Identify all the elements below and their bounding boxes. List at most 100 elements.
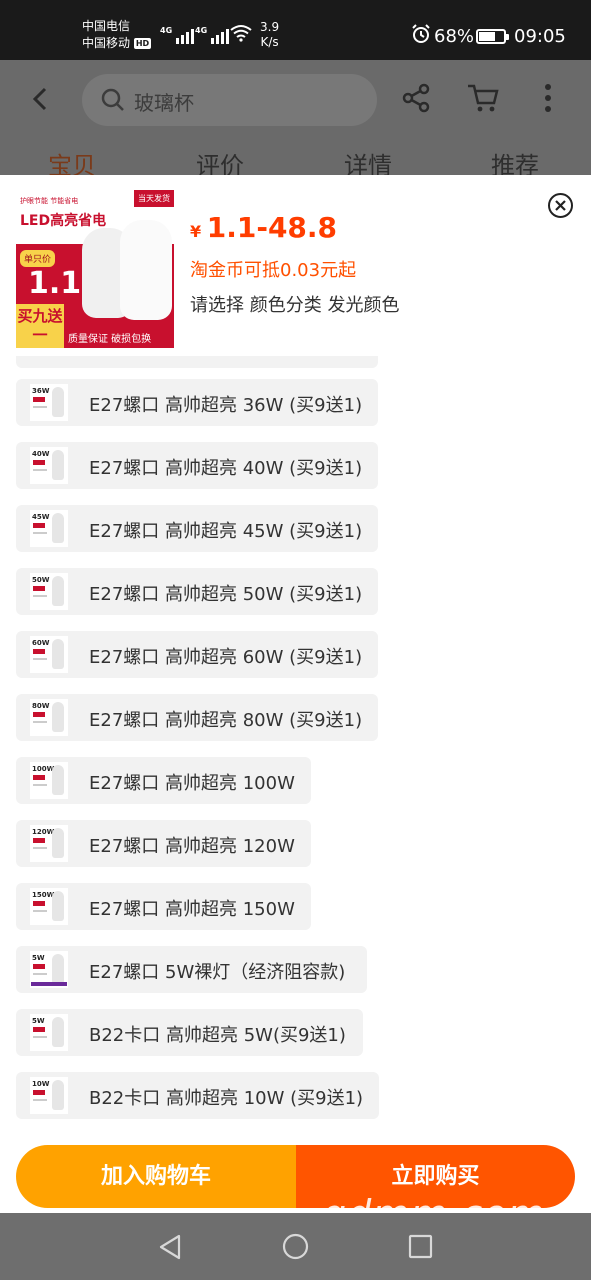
thumb-graphic bbox=[33, 460, 45, 465]
thumb-graphic bbox=[52, 387, 64, 417]
sku-option-label: E27螺口 高帅超亮 40W (买9送1) bbox=[89, 458, 363, 479]
tab-reviews[interactable]: 评价 bbox=[196, 146, 244, 176]
sku-option-label: E27螺口 5W裸灯（经济阻容款) bbox=[89, 962, 346, 983]
thumb-graphic bbox=[33, 964, 45, 969]
cart-icon[interactable] bbox=[466, 82, 500, 114]
sku-option-thumb-watt: 5W bbox=[32, 1017, 45, 1025]
sku-option-thumb-watt: 80W bbox=[32, 702, 50, 710]
thumb-graphic bbox=[33, 847, 47, 849]
thumb-graphic bbox=[33, 397, 45, 402]
thumb-graphic bbox=[33, 910, 47, 912]
thumb-graphic bbox=[33, 532, 47, 534]
price-range-value: 1.1-48.8 bbox=[206, 211, 338, 244]
sku-option[interactable]: 5W B22卡口 高帅超亮 5W(买9送1) bbox=[16, 1009, 363, 1056]
thumb-graphic bbox=[52, 639, 64, 669]
sku-option-thumb-watt: 60W bbox=[32, 639, 50, 647]
sku-option[interactable]: 150W E27螺口 高帅超亮 150W bbox=[16, 883, 311, 930]
sku-option[interactable]: 100W E27螺口 高帅超亮 100W bbox=[16, 757, 311, 804]
sku-option-label: E27螺口 高帅超亮 36W (买9送1) bbox=[89, 395, 363, 416]
sku-option-thumb-watt: 150W bbox=[32, 891, 55, 899]
nav-home-icon[interactable] bbox=[282, 1233, 309, 1260]
thumb-graphic bbox=[52, 1080, 64, 1110]
product-image-promo: 买九送一 bbox=[16, 304, 64, 348]
thumb-graphic bbox=[33, 649, 45, 654]
sku-option-thumb-watt: 100W bbox=[32, 765, 55, 773]
sku-option[interactable]: 10W B22卡口 高帅超亮 10W (买9送1) bbox=[16, 1072, 379, 1119]
product-image[interactable]: 护眼节能 节能省电 当天发货 LED高亮省电 单只价 1.1 买九送一 质量保证… bbox=[16, 190, 174, 348]
sku-option[interactable]: 120W E27螺口 高帅超亮 120W bbox=[16, 820, 311, 867]
thumb-graphic bbox=[33, 1099, 47, 1101]
sku-option-thumbnail: 40W bbox=[30, 447, 68, 484]
sku-option[interactable]: 40W E27螺口 高帅超亮 40W (买9送1) bbox=[16, 442, 378, 489]
thumb-graphic bbox=[33, 469, 47, 471]
search-text: 玻璃杯 bbox=[134, 91, 194, 115]
thumb-graphic bbox=[52, 954, 64, 984]
sku-option-label: E27螺口 高帅超亮 60W (买9送1) bbox=[89, 647, 363, 668]
thumb-graphic bbox=[33, 784, 47, 786]
coin-discount-text: 淘金币可抵0.03元起 bbox=[190, 260, 357, 281]
page-header: 玻璃杯 宝贝 评价 详情 推荐 bbox=[0, 60, 591, 176]
search-input[interactable]: 玻璃杯 bbox=[82, 74, 377, 126]
tab-recommend[interactable]: 推荐 bbox=[491, 146, 539, 176]
sku-option-label: B22卡口 高帅超亮 10W (买9送1) bbox=[89, 1088, 364, 1109]
sku-option-label: E27螺口 高帅超亮 50W (买9送1) bbox=[89, 584, 363, 605]
thumb-graphic bbox=[33, 973, 47, 975]
sku-option-thumbnail: 5W bbox=[30, 1014, 68, 1051]
thumb-graphic bbox=[33, 901, 45, 906]
sku-option[interactable]: 60W E27螺口 高帅超亮 60W (买9送1) bbox=[16, 631, 378, 678]
signal-1-icon: 4G bbox=[160, 26, 195, 44]
tab-item[interactable]: 宝贝 bbox=[48, 146, 96, 176]
sku-option-thumb-watt: 5W bbox=[32, 954, 45, 962]
thumb-graphic bbox=[33, 1090, 45, 1095]
add-to-cart-button[interactable]: 加入购物车 bbox=[16, 1145, 296, 1208]
close-icon[interactable] bbox=[547, 192, 574, 219]
product-image-title: LED高亮省电 bbox=[20, 213, 107, 229]
sku-option-label: E27螺口 高帅超亮 100W bbox=[89, 773, 295, 794]
back-arrow-icon[interactable] bbox=[28, 86, 54, 112]
thumb-graphic bbox=[52, 576, 64, 606]
product-image-slogan: 护眼节能 节能省电 bbox=[20, 197, 79, 205]
sku-option-label: E27螺口 高帅超亮 80W (买9送1) bbox=[89, 710, 363, 731]
more-options-icon[interactable] bbox=[534, 82, 562, 114]
hd-badge: HD bbox=[133, 38, 152, 49]
battery-percent: 68% bbox=[434, 26, 475, 47]
thumb-graphic bbox=[33, 721, 47, 723]
sku-option-thumb-watt: 10W bbox=[32, 1080, 50, 1088]
share-icon[interactable] bbox=[400, 82, 432, 114]
sku-option[interactable]: 45W E27螺口 高帅超亮 45W (买9送1) bbox=[16, 505, 378, 552]
sku-option[interactable]: 50W E27螺口 高帅超亮 50W (买9送1) bbox=[16, 568, 378, 615]
carrier-info: 中国电信 中国移动 HD bbox=[82, 18, 152, 52]
sku-option-thumb-watt: 36W bbox=[32, 387, 50, 395]
sku-selection-sheet: 护眼节能 节能省电 当天发货 LED高亮省电 单只价 1.1 买九送一 质量保证… bbox=[0, 175, 591, 1213]
sku-option-label: E27螺口 高帅超亮 120W bbox=[89, 836, 295, 857]
product-image-footer: 质量保证 破损包换 bbox=[68, 334, 152, 345]
sku-option[interactable]: 80W E27螺口 高帅超亮 80W (买9送1) bbox=[16, 694, 378, 741]
thumb-graphic bbox=[33, 1027, 45, 1032]
wifi-icon bbox=[230, 24, 252, 47]
alarm-icon bbox=[411, 24, 431, 49]
selection-prompt: 请选择 颜色分类 发光颜色 bbox=[190, 295, 400, 316]
thumb-graphic bbox=[52, 1017, 64, 1047]
nav-back-icon[interactable] bbox=[157, 1233, 183, 1261]
sku-option-thumb-watt: 40W bbox=[32, 450, 50, 458]
tab-details[interactable]: 详情 bbox=[344, 146, 392, 176]
sku-option-label: B22卡口 高帅超亮 5W(买9送1) bbox=[89, 1025, 346, 1046]
thumb-graphic bbox=[33, 775, 45, 780]
carrier-2: 中国移动 bbox=[82, 36, 131, 50]
tab-bar: 宝贝 评价 详情 推荐 bbox=[0, 146, 591, 176]
clock: 09:05 bbox=[514, 26, 566, 47]
sku-option-thumb-watt: 50W bbox=[32, 576, 50, 584]
sku-option-thumbnail: 36W bbox=[30, 384, 68, 421]
sku-option[interactable]: 5W E27螺口 5W裸灯（经济阻容款) bbox=[16, 946, 367, 993]
sku-option-thumbnail: 45W bbox=[30, 510, 68, 547]
thumb-graphic bbox=[33, 595, 47, 597]
bulb-illustration bbox=[120, 220, 172, 320]
thumb-graphic bbox=[33, 838, 45, 843]
nav-recents-icon[interactable] bbox=[408, 1234, 433, 1259]
status-bar: 中国电信 中国移动 HD 4G 4G 3.9 K/s 68% 09:05 bbox=[0, 0, 591, 60]
sku-option[interactable]: 36W E27螺口 高帅超亮 36W (买9送1) bbox=[16, 379, 378, 426]
sku-option-partial[interactable] bbox=[16, 356, 378, 368]
sku-option-thumbnail: 5W bbox=[30, 951, 68, 988]
thumb-graphic bbox=[33, 1036, 47, 1038]
sku-option-thumbnail: 60W bbox=[30, 636, 68, 673]
